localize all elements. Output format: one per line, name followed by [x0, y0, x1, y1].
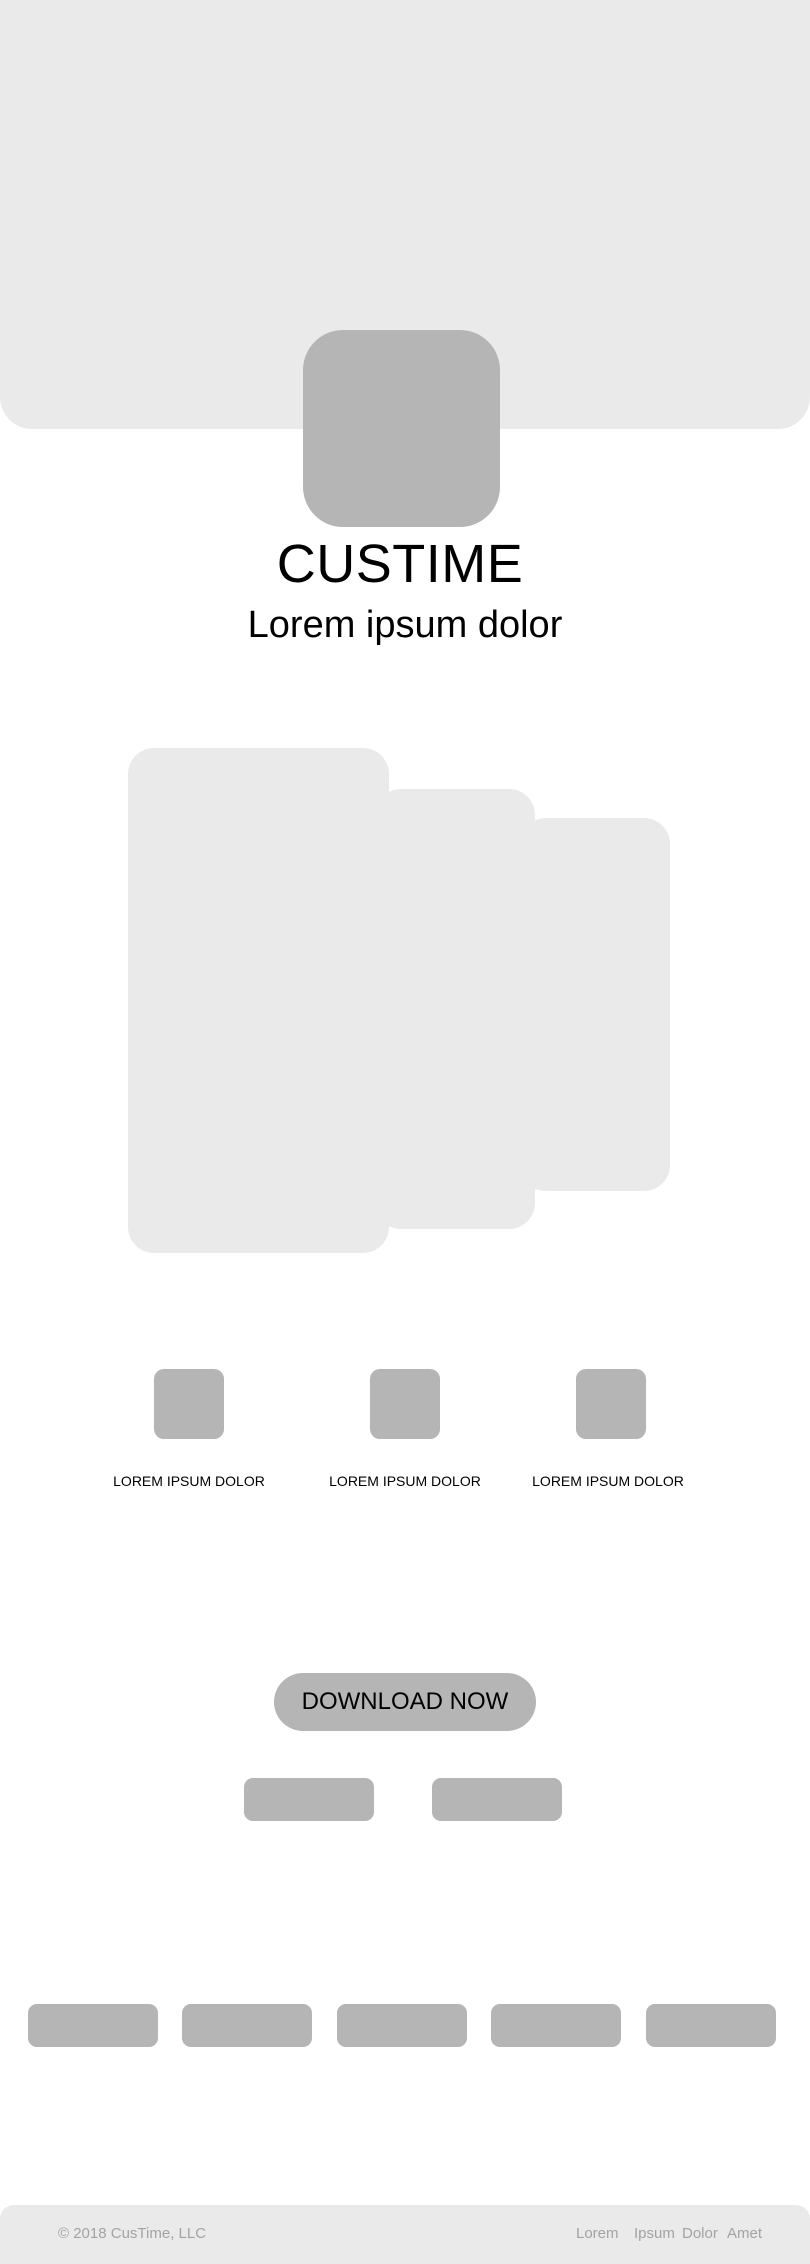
promo-button-1[interactable] [28, 2004, 158, 2047]
app-screenshot-3 [520, 818, 670, 1191]
feature-2-icon [370, 1369, 440, 1439]
store-badge-2[interactable] [432, 1778, 562, 1821]
app-tagline: Lorem ipsum dolor [247, 604, 563, 646]
app-screenshot-1 [128, 748, 389, 1253]
app-title: CUSTIME [276, 534, 524, 594]
feature-1-label: LOREM IPSUM DOLOR [113, 1473, 265, 1489]
footer-link-ipsum[interactable]: Ipsum [634, 2225, 675, 2242]
feature-3-icon [576, 1369, 646, 1439]
download-now-button[interactable]: DOWNLOAD NOW [274, 1673, 536, 1731]
feature-1-icon [154, 1369, 224, 1439]
footer-link-dolor[interactable]: Dolor [682, 2225, 718, 2242]
copyright-text: © 2018 CusTime, LLC [58, 2225, 207, 2242]
footer-link-amet[interactable]: Amet [727, 2225, 762, 2242]
app-icon [303, 330, 500, 527]
footer-link-lorem[interactable]: Lorem [576, 2225, 619, 2242]
feature-3-label: LOREM IPSUM DOLOR [532, 1473, 684, 1489]
promo-button-3[interactable] [337, 2004, 467, 2047]
feature-2-label: LOREM IPSUM DOLOR [329, 1473, 481, 1489]
store-badge-1[interactable] [244, 1778, 374, 1821]
promo-button-5[interactable] [646, 2004, 776, 2047]
promo-button-4[interactable] [491, 2004, 621, 2047]
app-screenshot-2 [375, 789, 535, 1229]
promo-button-2[interactable] [182, 2004, 312, 2047]
